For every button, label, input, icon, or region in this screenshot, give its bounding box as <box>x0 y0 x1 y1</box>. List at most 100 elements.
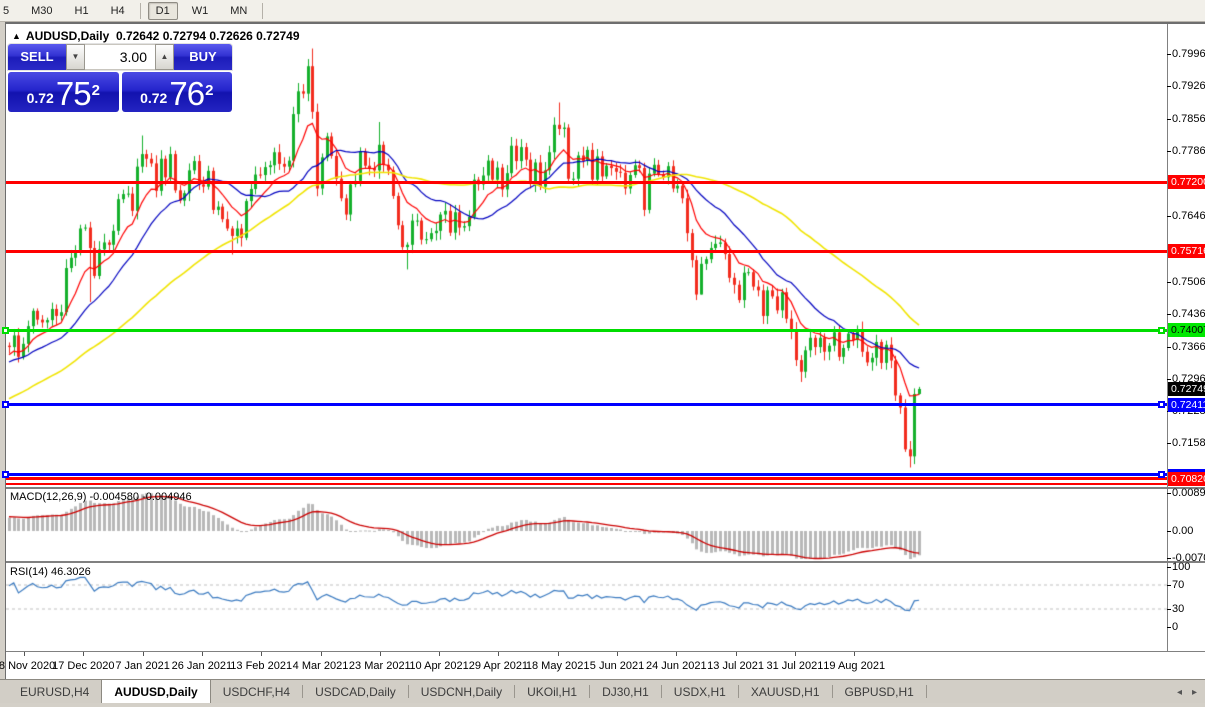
price-axis-label: 0.79260 <box>1172 80 1205 92</box>
chart-tab-gbpusd[interactable]: GBPUSD,H1 <box>833 680 926 704</box>
buy-price-pips: 76 <box>169 79 204 109</box>
bottom-strip <box>0 703 1205 707</box>
horizontal-line-0.75716[interactable] <box>6 250 1167 253</box>
timeframe-button-5[interactable]: 5 <box>0 2 17 20</box>
chart-tab-usdcnh[interactable]: USDCNH,Daily <box>409 680 514 704</box>
sell-price-box[interactable]: 0.72 75 2 <box>8 72 119 112</box>
date-axis-label: 7 Jan 2021 <box>115 660 169 672</box>
volume-input[interactable]: 3.00 <box>85 44 155 70</box>
chart-tab-dj30[interactable]: DJ30,H1 <box>590 680 661 704</box>
date-axis-label: 26 Jan 2021 <box>172 660 233 672</box>
chart-tab-usdcad[interactable]: USDCAD,Daily <box>303 680 408 704</box>
line-endpoint-handle[interactable] <box>1158 401 1165 408</box>
macd-values: -0.004580 -0.004946 <box>89 491 191 503</box>
line-endpoint-handle[interactable] <box>2 401 9 408</box>
tab-scroll-right-icon[interactable]: ▸ <box>1192 687 1197 698</box>
horizontal-line-0.7082[interactable] <box>6 477 1167 480</box>
horizontal-line-0.709[interactable] <box>6 473 1167 476</box>
timeframe-button-d1[interactable]: D1 <box>148 2 178 20</box>
volume-increase-button[interactable]: ▲ <box>155 44 174 70</box>
ohlc-open: 0.72642 <box>116 29 159 43</box>
macd-axis-label: 0.008904 <box>1172 487 1205 499</box>
chart-tab-eurusd[interactable]: EURUSD,H4 <box>8 680 101 704</box>
price-badge-0.72749: 0.72749 <box>1168 382 1205 396</box>
line-endpoint-handle[interactable] <box>2 327 9 334</box>
toolbar-separator <box>262 3 263 19</box>
timeframe-button-mn[interactable]: MN <box>222 2 255 20</box>
date-axis-label: 10 Apr 2021 <box>409 660 468 672</box>
line-endpoint-handle[interactable] <box>2 471 9 478</box>
date-axis-tick <box>676 652 677 656</box>
chart-tab-audusd[interactable]: AUDUSD,Daily <box>101 680 210 704</box>
date-axis-tick <box>617 652 618 656</box>
tab-separator <box>926 685 927 698</box>
date-axis-label: 24 Jun 2021 <box>646 660 707 672</box>
price-axis-tick <box>1167 151 1171 152</box>
date-axis: 28 Nov 202017 Dec 20207 Jan 202126 Jan 2… <box>6 652 1205 679</box>
rsi-axis-tick <box>1167 567 1171 568</box>
date-axis-tick <box>498 652 499 656</box>
date-axis-tick <box>24 652 25 656</box>
date-axis-label: 13 Feb 2021 <box>230 660 292 672</box>
horizontal-line-0.74007[interactable] <box>6 329 1167 332</box>
horizontal-line-0.72411[interactable] <box>6 403 1167 406</box>
price-badge-0.74007: 0.74007 <box>1168 323 1205 337</box>
timeframe-button-m30[interactable]: M30 <box>23 2 60 20</box>
buy-price-box[interactable]: 0.72 76 2 <box>122 72 233 112</box>
rsi-value: 46.3026 <box>51 566 91 578</box>
timeframe-button-w1[interactable]: W1 <box>184 2 217 20</box>
price-axis-label: 0.73660 <box>1172 341 1205 353</box>
chart-tab-ukoil[interactable]: UKOil,H1 <box>515 680 589 704</box>
macd-label: MACD(12,26,9) -0.004580 -0.004946 <box>10 491 192 503</box>
macd-axis-tick <box>1167 493 1171 494</box>
date-axis-tick <box>321 652 322 656</box>
timeframe-toolbar: 5 M30 H1 H4 D1 W1 MN <box>0 0 1205 22</box>
ohlc-high: 0.72794 <box>163 29 206 43</box>
rsi-name: RSI(14) <box>10 566 48 578</box>
rsi-axis-tick <box>1167 585 1171 586</box>
volume-decrease-button[interactable]: ▼ <box>66 44 85 70</box>
sell-price-pips: 75 <box>56 79 91 109</box>
rsi-panel-separator[interactable] <box>6 561 1205 563</box>
rsi-axis-label: 0 <box>1172 621 1178 633</box>
price-axis-tick <box>1167 379 1171 380</box>
price-badge-0.72411: 0.72411 <box>1168 398 1205 412</box>
date-axis-label: 19 Aug 2021 <box>823 660 885 672</box>
price-axis-label: 0.76460 <box>1172 210 1205 222</box>
price-axis-label: 0.78560 <box>1172 113 1205 125</box>
date-axis-label: 5 Jun 2021 <box>590 660 644 672</box>
sell-button[interactable]: SELL <box>8 44 66 70</box>
sell-price-pipette: 2 <box>92 72 100 110</box>
macd-axis-label: 0.00 <box>1172 525 1193 537</box>
rsi-axis-tick <box>1167 627 1171 628</box>
line-endpoint-handle[interactable] <box>1158 327 1165 334</box>
buy-button[interactable]: BUY <box>174 44 232 70</box>
price-axis-tick <box>1167 314 1171 315</box>
horizontal-line-0.772[interactable] <box>6 181 1167 184</box>
timeframe-button-h1[interactable]: H1 <box>67 2 97 20</box>
chart-tab-usdchf[interactable]: USDCHF,H4 <box>211 680 302 704</box>
line-endpoint-handle[interactable] <box>1158 471 1165 478</box>
tab-scroll-left-icon[interactable]: ◂ <box>1177 687 1182 698</box>
date-axis-label: 17 Dec 2020 <box>52 660 114 672</box>
price-badge-0.70820: 0.70820 <box>1168 472 1205 486</box>
date-axis-tick <box>558 652 559 656</box>
price-axis-tick <box>1167 54 1171 55</box>
date-axis-label: 13 Jul 2021 <box>707 660 764 672</box>
price-axis-label: 0.71580 <box>1172 437 1205 449</box>
horizontal-line-0.7071[interactable] <box>6 483 1167 485</box>
rsi-indicator-canvas[interactable] <box>6 563 1167 651</box>
chart-tab-xauusd[interactable]: XAUUSD,H1 <box>739 680 832 704</box>
date-axis-tick <box>202 652 203 656</box>
rsi-axis-label: 30 <box>1172 603 1184 615</box>
macd-axis-tick <box>1167 531 1171 532</box>
price-axis-label: 0.77860 <box>1172 145 1205 157</box>
macd-panel-separator[interactable] <box>6 487 1205 489</box>
price-axis-tick <box>1167 119 1171 120</box>
date-axis-tick <box>261 652 262 656</box>
price-axis-label: 0.74360 <box>1172 308 1205 320</box>
price-axis-tick <box>1167 282 1171 283</box>
chart-tab-usdx[interactable]: USDX,H1 <box>662 680 738 704</box>
collapse-triangle-icon[interactable]: ▲ <box>12 31 21 41</box>
timeframe-button-h4[interactable]: H4 <box>103 2 133 20</box>
